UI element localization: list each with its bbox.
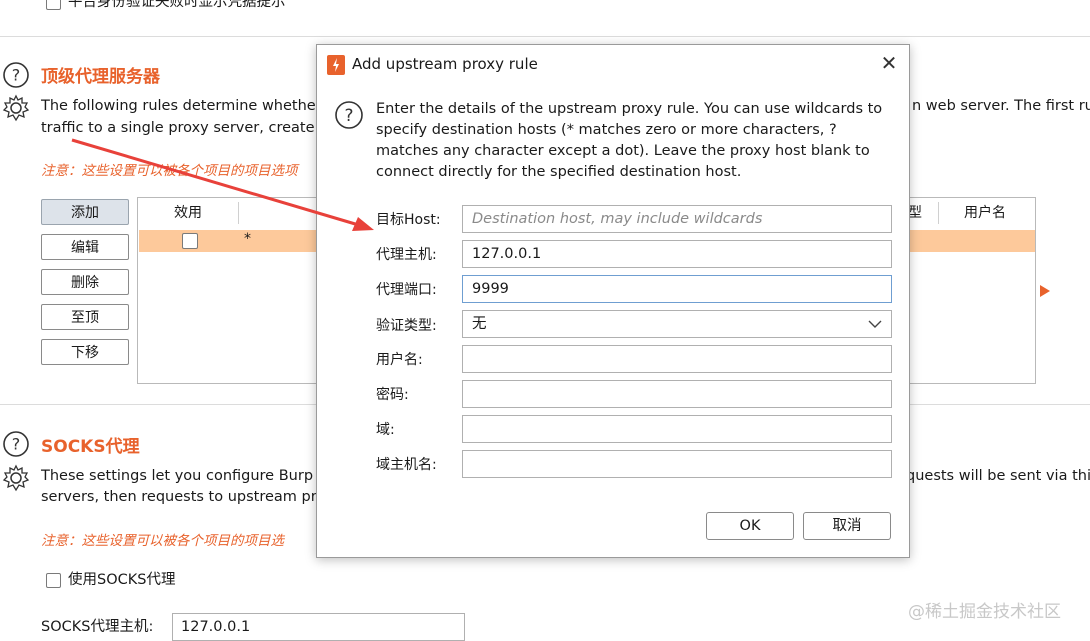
- proxy-host-input[interactable]: 127.0.0.1: [462, 240, 892, 268]
- row-enabled-checkbox[interactable]: [182, 233, 198, 249]
- col-divider: [938, 202, 939, 224]
- proxy-port-input[interactable]: 9999: [462, 275, 892, 303]
- dest-host-input[interactable]: [462, 205, 892, 233]
- dialog-title: Add upstream proxy rule: [352, 55, 538, 73]
- svg-text:?: ?: [12, 66, 21, 85]
- socks-desc-line2: servers, then requests to upstream pro: [41, 489, 326, 505]
- domain-host-input[interactable]: [462, 450, 892, 478]
- ok-button[interactable]: OK: [706, 512, 794, 540]
- dialog-description: Enter the details of the upstream proxy …: [376, 99, 891, 183]
- move-top-button[interactable]: 至顶: [41, 304, 129, 330]
- burp-logo-icon: [327, 55, 345, 75]
- domain-input[interactable]: [462, 415, 892, 443]
- domain-label: 域:: [376, 422, 395, 438]
- dialog-desc-line: matches any character except a dot). Lea…: [376, 143, 870, 159]
- move-down-button[interactable]: 下移: [41, 339, 129, 365]
- upstream-section-title: 顶级代理服务器: [41, 67, 160, 87]
- dest-host-label: 目标Host:: [376, 212, 441, 228]
- proxy-port-label: 代理端口:: [376, 282, 437, 298]
- add-upstream-proxy-dialog: Add upstream proxy rule ✕ ? Enter the de…: [316, 44, 910, 558]
- watermark: @稀土掘金技术社区: [908, 602, 1061, 622]
- auth-type-label: 验证类型:: [376, 318, 437, 334]
- password-input[interactable]: [462, 380, 892, 408]
- dialog-desc-line: specify destination hosts (* matches zer…: [376, 122, 837, 138]
- gear-icon[interactable]: [2, 464, 30, 492]
- help-icon[interactable]: ?: [2, 61, 30, 89]
- use-socks-label: 使用SOCKS代理: [68, 572, 176, 588]
- divider: [0, 36, 1090, 37]
- password-label: 密码:: [376, 387, 409, 403]
- domain-host-label: 域主机名:: [376, 457, 437, 473]
- chevron-down-icon: [868, 320, 882, 328]
- svg-text:?: ?: [344, 106, 353, 126]
- col-header-type[interactable]: 型: [908, 198, 922, 228]
- upstream-desc-line2: traffic to a single proxy server, create…: [41, 120, 329, 136]
- auth-type-value: 无: [472, 316, 487, 332]
- help-icon: ?: [335, 101, 363, 129]
- socks-note: 注意：这些设置可以被各个项目的项目选: [41, 533, 284, 549]
- close-icon[interactable]: ✕: [877, 51, 901, 75]
- cancel-button[interactable]: 取消: [803, 512, 891, 540]
- row-dest-host: *: [244, 231, 251, 247]
- dialog-desc-line: Enter the details of the upstream proxy …: [376, 101, 883, 117]
- edit-button[interactable]: 编辑: [41, 234, 129, 260]
- expand-arrow-icon[interactable]: [1040, 285, 1050, 297]
- dialog-desc-line: connect directly for the specified desti…: [376, 164, 742, 180]
- help-icon[interactable]: ?: [2, 430, 30, 458]
- col-divider: [238, 202, 239, 224]
- proxy-host-label: 代理主机:: [376, 247, 437, 263]
- col-header-enabled[interactable]: 效用: [174, 198, 202, 228]
- col-header-username[interactable]: 用户名: [964, 198, 1006, 228]
- username-label: 用户名:: [376, 352, 423, 368]
- use-socks-checkbox[interactable]: [46, 573, 61, 588]
- platform-auth-checkbox[interactable]: [46, 0, 61, 10]
- socks-section-title: SOCKS代理: [41, 437, 140, 457]
- remove-button[interactable]: 删除: [41, 269, 129, 295]
- upstream-desc-line1: The following rules determine whethe: [41, 98, 316, 114]
- socks-host-label: SOCKS代理主机:: [41, 619, 154, 635]
- upstream-desc-line1-right: n web server. The first ru: [912, 98, 1090, 114]
- svg-text:?: ?: [12, 435, 21, 454]
- add-button[interactable]: 添加: [41, 199, 129, 225]
- socks-desc-line1: These settings let you configure Burp: [41, 468, 314, 484]
- username-input[interactable]: [462, 345, 892, 373]
- upstream-note: 注意：这些设置可以被各个项目的项目选项: [41, 163, 298, 179]
- auth-type-select[interactable]: 无: [462, 310, 892, 338]
- socks-desc-line1-right: quests will be sent via this: [906, 468, 1090, 484]
- platform-auth-label: 平台身份验证失败时显示凭据提示: [68, 0, 286, 10]
- gear-icon[interactable]: [2, 94, 30, 122]
